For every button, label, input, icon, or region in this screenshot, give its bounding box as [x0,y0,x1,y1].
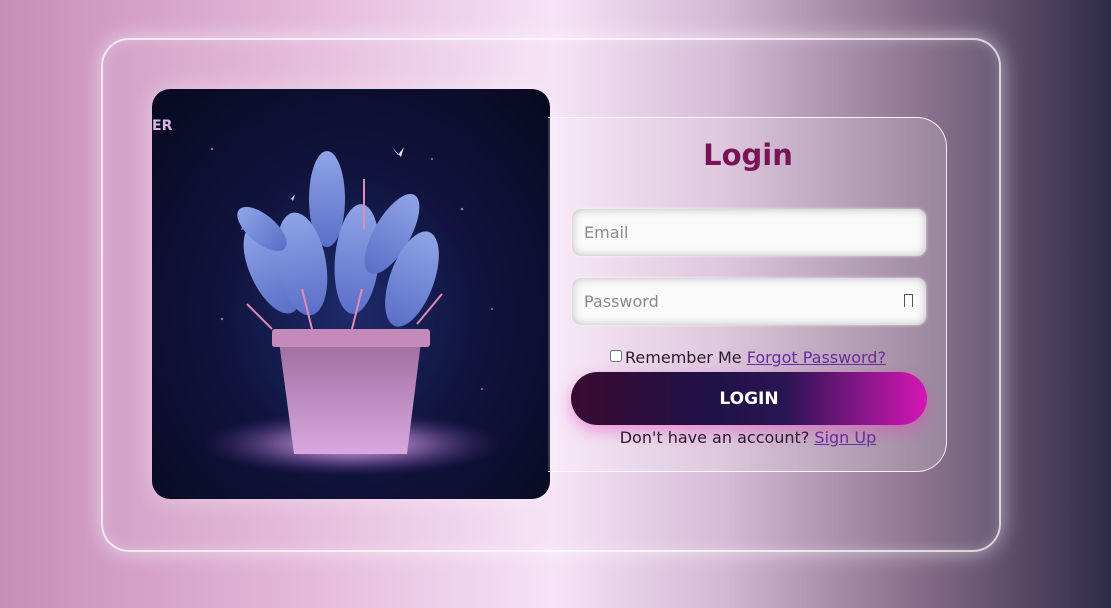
plant-illustration-svg: ER [152,118,502,476]
signup-prompt: Don't have an account? [619,428,810,447]
login-title: Login [703,138,793,172]
remember-me-label: Remember Me [625,348,742,367]
password-toggle-icon[interactable] [904,294,913,307]
corner-text: ER [152,118,173,134]
signup-link[interactable]: Sign Up [814,428,876,447]
login-button[interactable]: LOGIN [571,372,927,425]
password-input[interactable] [572,278,926,325]
forgot-password-link[interactable]: Forgot Password? [747,348,886,367]
remember-row: Remember Me Forgot Password? [548,348,948,367]
plant-illustration: ER [152,89,550,499]
signup-row: Don't have an account? Sign Up [548,428,948,447]
email-input[interactable] [572,209,926,256]
remember-me-checkbox[interactable] [610,350,623,362]
